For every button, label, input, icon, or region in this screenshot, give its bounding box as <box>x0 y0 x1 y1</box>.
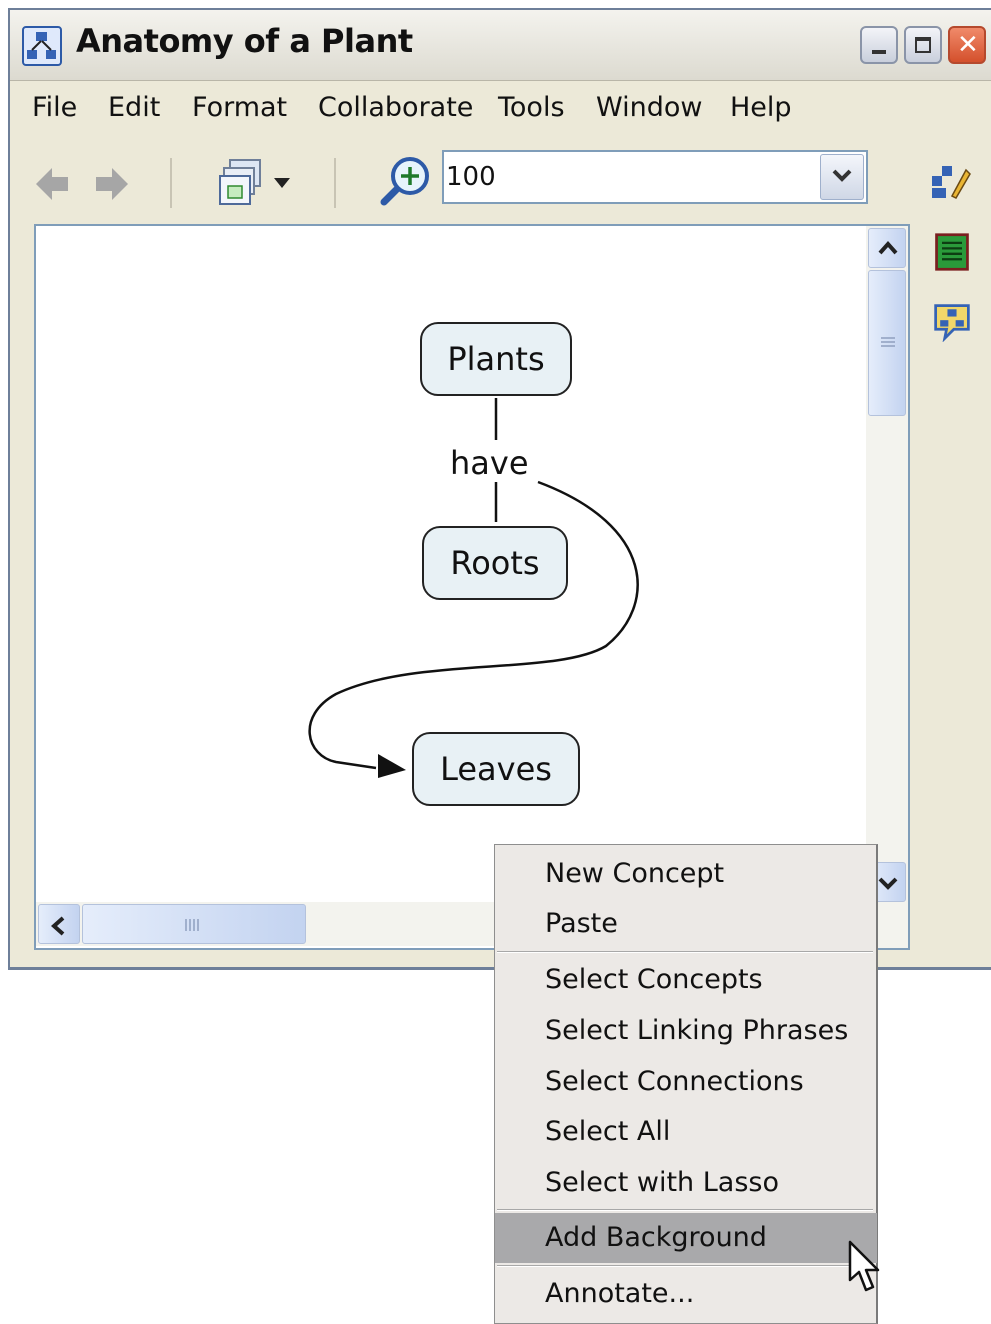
menu-item-label: Add Background <box>545 1222 767 1253</box>
menu-item-label: Select Concepts <box>545 964 763 995</box>
toolbar: 100 <box>10 134 991 224</box>
menu-item-select-concepts[interactable]: Select Concepts <box>495 955 877 1003</box>
menu-file[interactable]: File <box>32 92 77 123</box>
menu-item-label: Select All <box>545 1116 671 1147</box>
menu-separator <box>497 951 873 953</box>
concept-roots[interactable]: Roots <box>422 526 568 600</box>
menu-item-select-all[interactable]: Select All <box>495 1107 877 1155</box>
toolbar-separator <box>170 158 172 208</box>
vertical-scroll-thumb[interactable] <box>868 270 906 416</box>
zoom-combobox[interactable]: 100 <box>442 150 868 204</box>
menu-edit[interactable]: Edit <box>108 92 160 123</box>
menu-item-label: Select Connections <box>545 1066 804 1097</box>
menu-tools[interactable]: Tools <box>498 92 565 123</box>
menu-item-label: Annotate... <box>545 1278 695 1309</box>
close-icon: ✕ <box>957 30 979 60</box>
menu-separator <box>497 1209 873 1211</box>
collaboration-icon[interactable] <box>932 302 972 342</box>
menu-item-paste[interactable]: Paste <box>495 899 877 947</box>
minimize-icon <box>872 50 886 54</box>
concept-plants[interactable]: Plants <box>420 322 572 396</box>
concept-leaves[interactable]: Leaves <box>412 732 580 806</box>
menu-item-label: Select Linking Phrases <box>545 1015 849 1046</box>
menu-item-select-connections[interactable]: Select Connections <box>495 1057 877 1105</box>
properties-icon[interactable] <box>932 232 972 272</box>
scroll-up-button[interactable] <box>868 228 906 268</box>
menu-item-label: Select with Lasso <box>545 1167 779 1198</box>
view-switch-icon[interactable] <box>216 156 266 208</box>
menu-help[interactable]: Help <box>730 92 792 123</box>
dropdown-icon[interactable] <box>272 176 292 190</box>
zoom-icon[interactable] <box>380 154 434 208</box>
app-icon <box>22 26 62 66</box>
app-window: Anatomy of a Plant ✕ File Edit Format Co… <box>8 8 991 970</box>
maximize-icon <box>915 37 931 53</box>
arrowhead-icon <box>378 754 406 778</box>
title-bar[interactable]: Anatomy of a Plant ✕ <box>10 10 991 81</box>
menu-item-annotate[interactable]: Annotate... <box>495 1269 877 1317</box>
chevron-up-icon <box>878 240 898 255</box>
menu-item-select-with-lasso[interactable]: Select with Lasso <box>495 1158 877 1206</box>
chevron-down-icon <box>878 877 898 890</box>
toolbar-separator <box>334 158 336 208</box>
menu-item-label: Paste <box>545 908 618 939</box>
grip-icon <box>185 919 199 931</box>
menu-window[interactable]: Window <box>596 92 702 123</box>
zoom-value[interactable]: 100 <box>446 162 496 192</box>
menu-item-new-concept[interactable]: New Concept <box>495 849 877 897</box>
connection-have-leaves[interactable] <box>308 480 639 770</box>
chevron-down-icon <box>832 169 852 182</box>
styles-icon[interactable] <box>928 160 972 204</box>
linking-phrase-have[interactable]: have <box>450 444 529 482</box>
menu-item-add-background[interactable]: Add Background <box>495 1213 877 1263</box>
chevron-left-icon <box>50 916 65 936</box>
grip-icon <box>881 337 895 347</box>
vertical-scrollbar[interactable] <box>866 226 908 948</box>
horizontal-scroll-thumb[interactable] <box>82 904 306 944</box>
close-button[interactable]: ✕ <box>948 26 986 64</box>
zoom-dropdown-button[interactable] <box>820 154 864 200</box>
maximize-button[interactable] <box>904 26 942 64</box>
minimize-button[interactable] <box>860 26 898 64</box>
menu-item-label: New Concept <box>545 858 725 889</box>
menu-separator <box>497 1265 873 1267</box>
menu-item-select-linking-phrases[interactable]: Select Linking Phrases <box>495 1006 877 1054</box>
forward-arrow-icon[interactable] <box>92 164 132 204</box>
menu-format[interactable]: Format <box>192 92 287 123</box>
context-menu: New Concept Paste Select Concepts Select… <box>494 844 878 1324</box>
window-title: Anatomy of a Plant <box>76 22 413 60</box>
scroll-left-button[interactable] <box>38 904 80 944</box>
back-arrow-icon[interactable] <box>32 164 72 204</box>
menu-bar: File Edit Format Collaborate Tools Windo… <box>10 82 991 134</box>
mouse-cursor-icon <box>848 1240 880 1292</box>
concept-map-canvas[interactable]: Plants have Roots Leaves <box>34 224 910 950</box>
menu-collaborate[interactable]: Collaborate <box>318 92 473 123</box>
